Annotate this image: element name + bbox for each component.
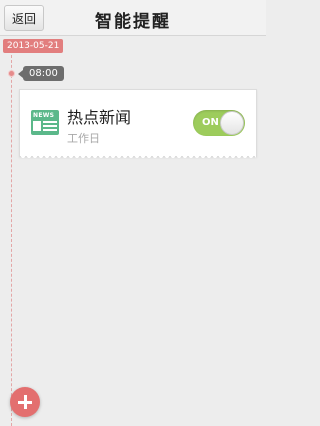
smart-reminder-screen: 返回 智能提醒 2013-05-21 08:00 NEWS 热点新闻 工作日 O… xyxy=(0,0,266,426)
plus-icon xyxy=(23,395,27,409)
news-icon: NEWS xyxy=(31,110,59,135)
news-icon-line xyxy=(43,121,57,123)
reminder-repeat: 工作日 xyxy=(67,132,100,145)
timeline-dot xyxy=(8,70,15,77)
header-bar: 返回 智能提醒 xyxy=(0,0,266,36)
date-badge: 2013-05-21 xyxy=(3,39,64,53)
page-title: 智能提醒 xyxy=(95,12,171,32)
reminder-title: 热点新闻 xyxy=(67,108,132,127)
timeline-line xyxy=(11,50,12,426)
reminder-card[interactable]: NEWS 热点新闻 工作日 ON xyxy=(19,89,257,159)
card-torn-edge xyxy=(20,156,256,159)
time-badge: 08:00 xyxy=(18,66,64,81)
toggle-label: ON xyxy=(202,117,219,128)
toggle-knob[interactable] xyxy=(220,111,244,135)
news-icon-line xyxy=(43,129,57,131)
news-icon-text: NEWS xyxy=(33,112,55,119)
news-icon-line xyxy=(43,125,57,127)
reminder-toggle[interactable]: ON xyxy=(193,110,245,136)
news-icon-block xyxy=(33,121,41,131)
add-reminder-button[interactable] xyxy=(10,387,40,417)
